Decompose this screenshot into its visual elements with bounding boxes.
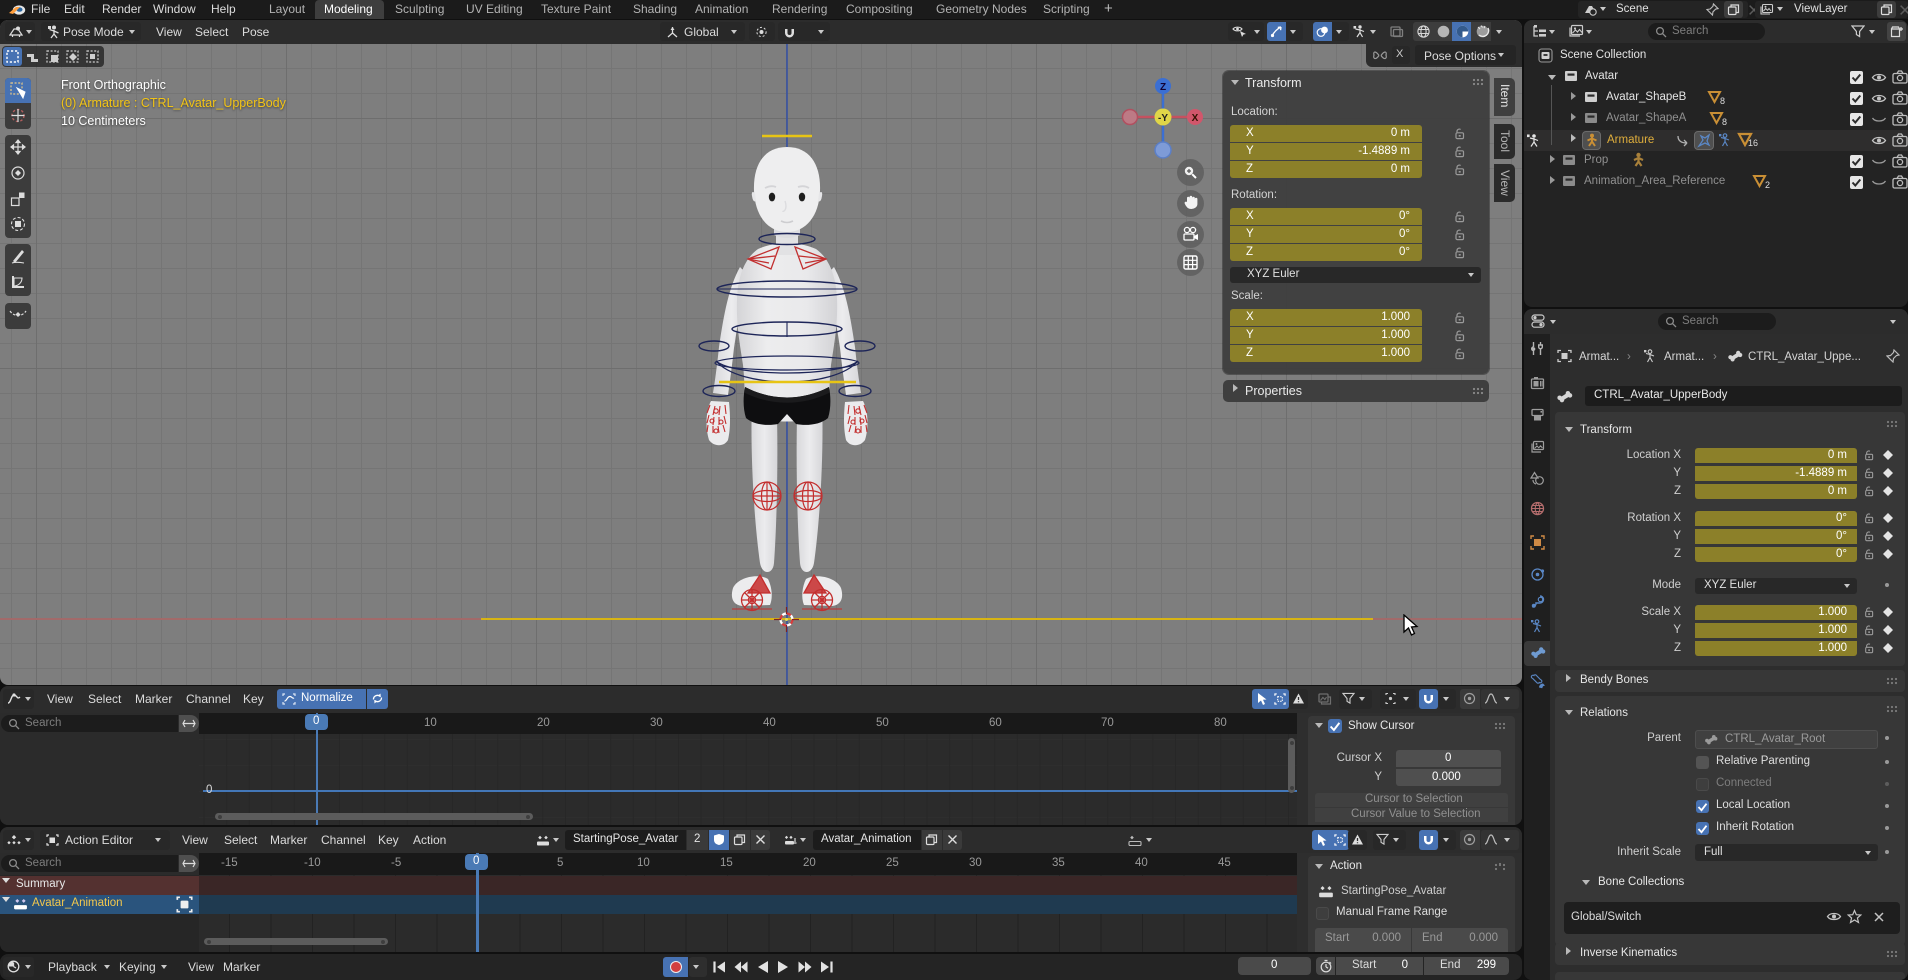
svg-text:X: X bbox=[1192, 113, 1199, 124]
svg-text:-Y: -Y bbox=[1158, 113, 1168, 124]
svg-text:Z: Z bbox=[1160, 82, 1166, 93]
